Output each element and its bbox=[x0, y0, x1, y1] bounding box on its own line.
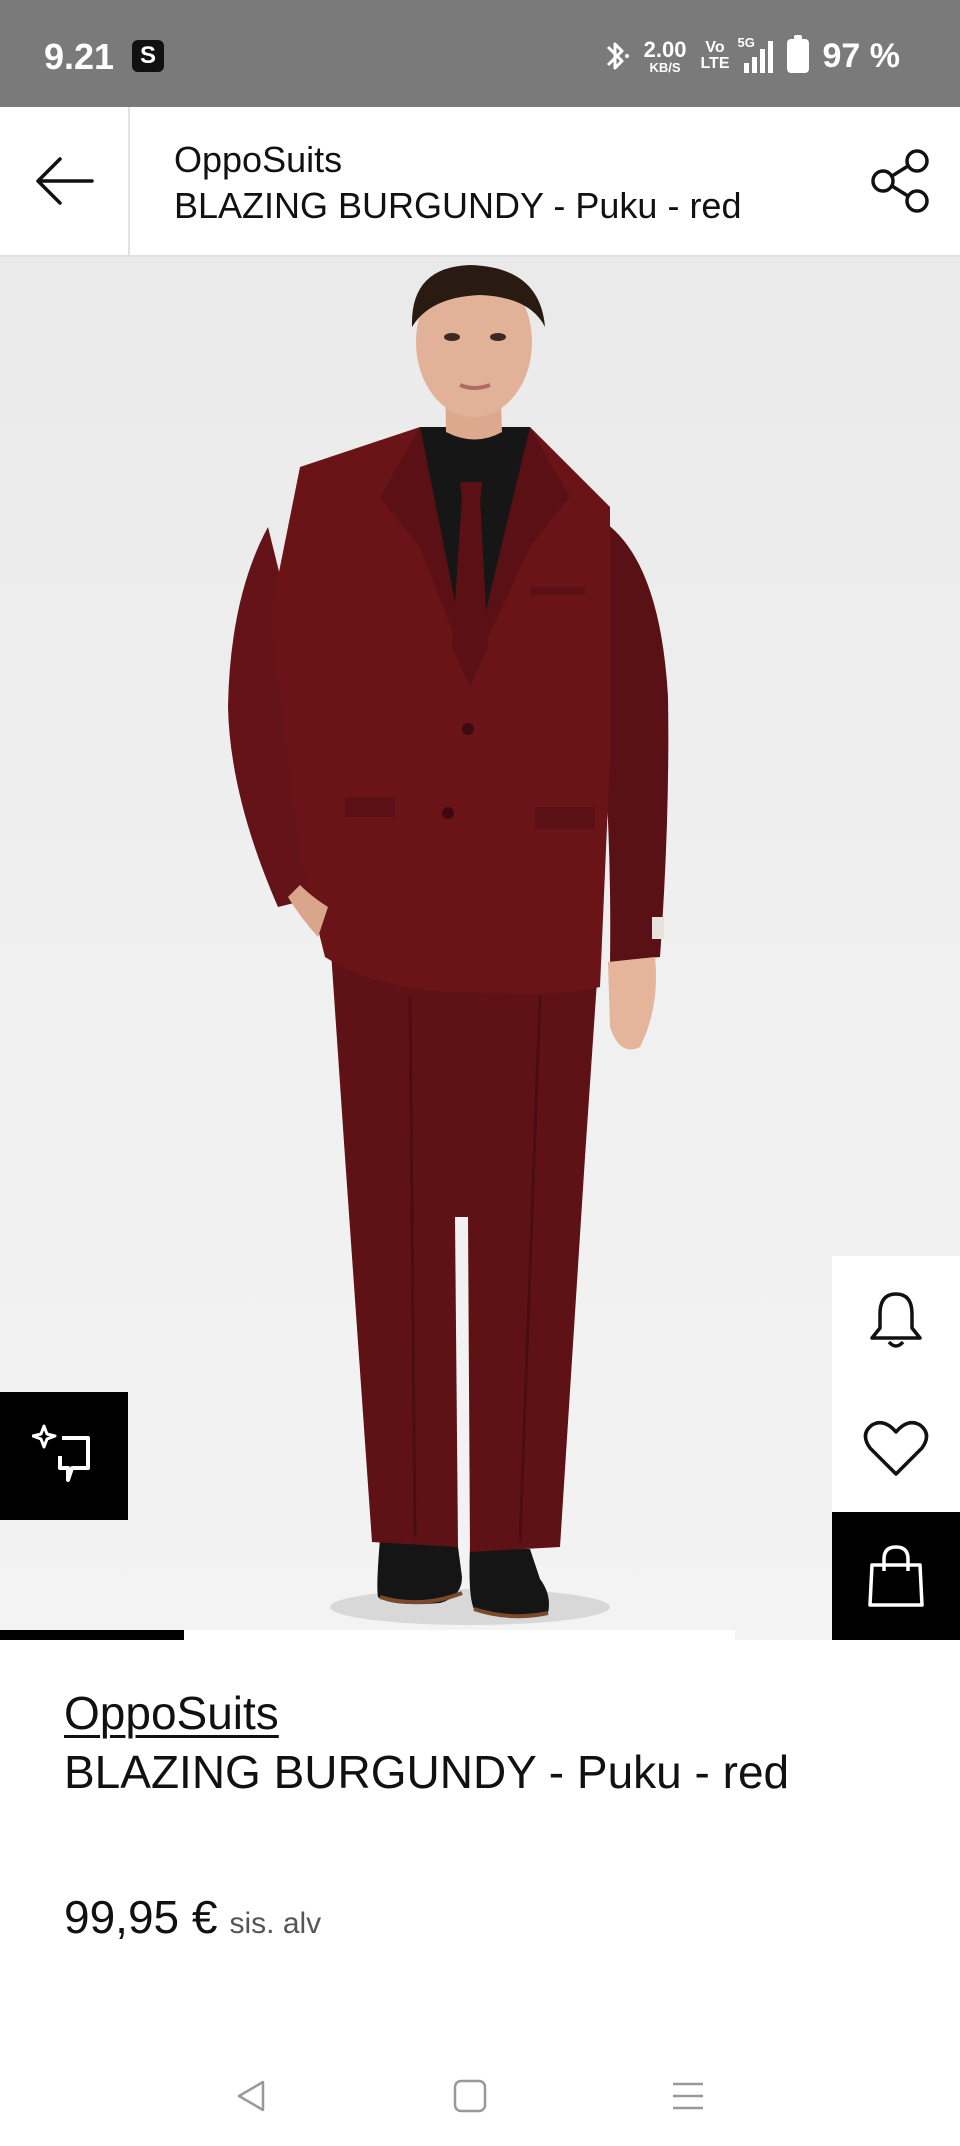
price: 99,95 € bbox=[64, 1891, 218, 1943]
status-icons: 2.00 KB/S Vo LTE 5G 97 % bbox=[600, 34, 900, 78]
heart-icon bbox=[863, 1420, 929, 1476]
battery-icon bbox=[786, 35, 809, 73]
nav-back-button[interactable] bbox=[223, 2068, 279, 2124]
notify-button[interactable] bbox=[832, 1256, 960, 1384]
arrow-left-icon bbox=[36, 157, 94, 205]
square-home-icon bbox=[453, 2079, 487, 2113]
product-name: BLAZING BURGUNDY - Puku - red bbox=[64, 1746, 790, 1798]
clock: 9.21 bbox=[44, 36, 115, 77]
share-icon bbox=[871, 149, 929, 213]
wishlist-button[interactable] bbox=[832, 1384, 960, 1512]
header-brand: OppoSuits bbox=[174, 139, 343, 180]
shopping-bag-icon bbox=[868, 1545, 924, 1607]
header-title: OppoSuits BLAZING BURGUNDY - Puku - red bbox=[174, 137, 741, 229]
add-to-cart-button[interactable] bbox=[832, 1512, 960, 1640]
carousel-indicator bbox=[0, 1630, 184, 1640]
product-image[interactable] bbox=[0, 257, 960, 1640]
compare-sparkle-icon bbox=[32, 1424, 90, 1482]
battery-level: 97 % bbox=[822, 36, 901, 75]
network-speed: 2.00 KB/S bbox=[643, 36, 687, 75]
app-header: OppoSuits BLAZING BURGUNDY - Puku - red bbox=[0, 107, 960, 257]
system-nav-bar bbox=[0, 2040, 960, 2146]
brand-link[interactable]: OppoSuits bbox=[64, 1686, 279, 1740]
bluetooth-icon bbox=[606, 42, 629, 70]
compare-button[interactable] bbox=[0, 1392, 128, 1520]
back-button[interactable] bbox=[0, 107, 130, 255]
model-in-suit-photo bbox=[228, 265, 669, 1625]
price-row: 99,95 € sis. alv bbox=[64, 1890, 321, 1944]
header-product: BLAZING BURGUNDY - Puku - red bbox=[174, 185, 742, 226]
triangle-back-icon bbox=[237, 2080, 265, 2112]
vat-note: sis. alv bbox=[229, 1907, 322, 1940]
volte-indicator: Vo LTE bbox=[700, 39, 730, 72]
nav-recents-button[interactable] bbox=[660, 2068, 716, 2124]
bell-icon bbox=[870, 1292, 922, 1348]
menu-lines-icon bbox=[673, 2082, 703, 2110]
app-badge-icon: S bbox=[132, 40, 164, 72]
share-button[interactable] bbox=[864, 143, 940, 219]
status-bar: 9.21 S 2.00 KB/S Vo LTE 5G 97 % bbox=[0, 0, 960, 107]
nav-home-button[interactable] bbox=[442, 2068, 498, 2124]
signal-icon: 5G bbox=[738, 35, 773, 73]
